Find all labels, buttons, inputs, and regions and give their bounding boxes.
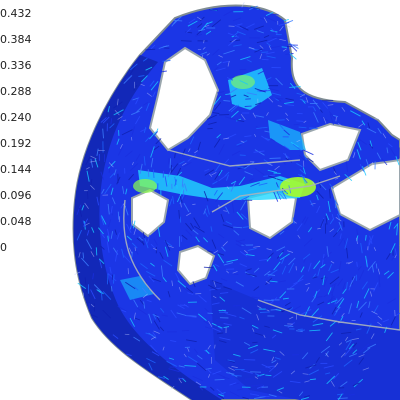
legend-value: 0.240 <box>0 111 32 124</box>
vector-arrow <box>297 328 303 331</box>
velocity-vector-field[interactable] <box>0 0 400 400</box>
vector-arrow <box>309 127 318 129</box>
visualization-viewport[interactable]: 0.432 0.384 0.336 0.288 0.240 0.192 0.14… <box>0 0 400 400</box>
color-scale-legend: 0.432 0.384 0.336 0.288 0.240 0.192 0.14… <box>0 0 60 400</box>
vector-streak <box>118 216 121 223</box>
vector-arrow <box>117 211 120 220</box>
vector-arrow <box>244 378 252 380</box>
vector-arrow <box>173 19 183 22</box>
vector-arrow <box>270 309 278 311</box>
vector-arrow <box>281 46 287 48</box>
legend-value: 0.336 <box>0 59 32 72</box>
vector-arrow <box>86 190 89 199</box>
vector-arrow <box>95 247 98 256</box>
vector-streak <box>335 116 337 122</box>
vector-arrow <box>82 252 85 259</box>
vector-streak <box>203 39 205 44</box>
vector-streak <box>133 81 136 89</box>
legend-value: 0.096 <box>0 189 32 202</box>
legend-value: 0 <box>0 241 7 254</box>
vector-arrow <box>233 304 241 307</box>
vector-arrow <box>180 40 192 42</box>
vector-arrow <box>276 119 285 121</box>
vector-arrow <box>110 286 113 292</box>
vector-streak <box>131 137 133 141</box>
vector-arrow <box>296 120 304 122</box>
vector-arrow <box>169 158 172 169</box>
legend-value: 0.384 <box>0 33 32 46</box>
legend-value: 0.192 <box>0 137 32 150</box>
vector-arrow <box>209 9 218 11</box>
vector-streak <box>214 344 216 349</box>
vector-arrow <box>214 378 225 381</box>
vector-arrow <box>269 157 281 159</box>
vector-arrow <box>259 311 271 313</box>
vector-arrow <box>261 58 269 61</box>
legend-value: 0.144 <box>0 163 32 176</box>
legend-value: 0.048 <box>0 215 32 228</box>
legend-value: 0.288 <box>0 85 32 98</box>
vector-arrow <box>375 263 378 269</box>
vector-arrow <box>179 216 182 223</box>
vector-arrow <box>147 169 150 177</box>
vector-arrow <box>152 169 155 179</box>
vector-arrow <box>263 299 274 302</box>
vector-arrow <box>203 266 214 269</box>
vector-arrow <box>252 341 258 344</box>
legend-value: 0.432 <box>0 7 32 20</box>
vector-arrow <box>261 51 269 53</box>
vector-arrow <box>106 273 109 285</box>
vector-arrow <box>265 374 272 377</box>
vector-arrow <box>293 123 300 126</box>
